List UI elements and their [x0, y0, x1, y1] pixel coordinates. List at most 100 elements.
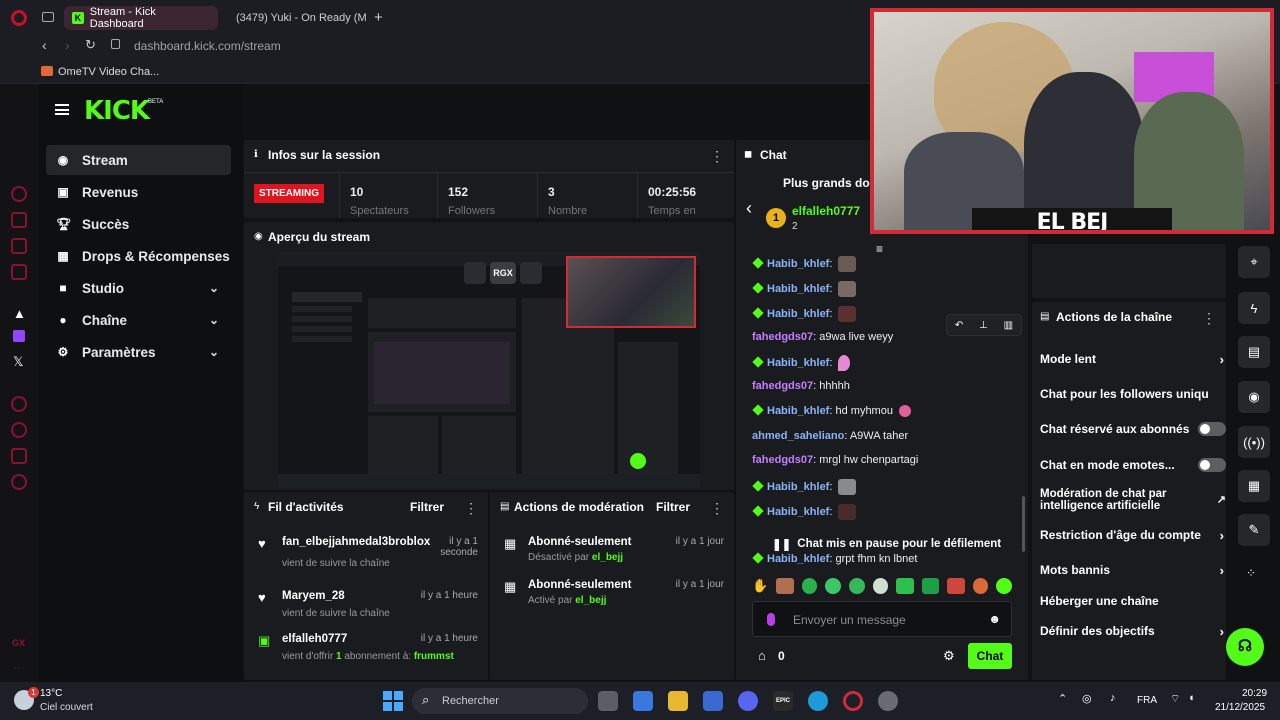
url-text[interactable]: dashboard.kick.com/stream — [134, 39, 281, 53]
chat-username[interactable]: Habib_khlef — [767, 405, 829, 417]
settings-rail-icon[interactable] — [11, 474, 27, 490]
volume-icon[interactable]: ◖ — [1188, 692, 1195, 704]
camera-focus-icon[interactable]: ⌖ — [1238, 246, 1270, 278]
settings-app-icon[interactable] — [878, 691, 898, 711]
sidebar-item-stream[interactable]: ◉ Stream — [46, 145, 231, 175]
new-tab-plus-icon[interactable]: + — [374, 9, 383, 26]
reload-icon[interactable]: ↻ — [85, 37, 96, 53]
weather-desc[interactable]: Ciel couvert — [40, 702, 93, 713]
chat-username[interactable]: Habib_khlef — [767, 308, 829, 320]
emote-icon[interactable] — [947, 578, 965, 594]
language-indicator[interactable]: FRA — [1137, 695, 1157, 706]
notes-icon[interactable]: ▤ — [1238, 336, 1270, 368]
kebab-menu-icon[interactable]: ⋮ — [710, 148, 724, 165]
layout-icon[interactable]: ▦ — [1238, 470, 1270, 502]
chat-scrollbar[interactable] — [1022, 496, 1025, 552]
wrench-icon[interactable]: ✎ — [1238, 514, 1270, 546]
sidebar-item-revenus[interactable]: ▣ Revenus — [46, 177, 231, 207]
sidebar-item-studio[interactable]: ■ Studio ⌄ — [46, 273, 231, 303]
emote-icon[interactable] — [776, 578, 794, 594]
tray-chevron-icon[interactable]: ⌃ — [1058, 692, 1067, 705]
back-arrow-icon[interactable]: ‹ — [42, 37, 47, 53]
edge-icon[interactable] — [808, 691, 828, 711]
twitch-icon[interactable] — [13, 330, 25, 342]
clock-date[interactable]: 21/12/2025 — [1215, 702, 1265, 713]
emote-icon[interactable] — [972, 578, 989, 594]
sidebar-item-succes[interactable]: 🏆︎ Succès — [46, 209, 231, 239]
chat-username[interactable]: Habib_khlef — [767, 258, 829, 270]
wallet-app-icon[interactable] — [11, 238, 27, 254]
emote-icon[interactable] — [825, 578, 841, 594]
action-banned-words[interactable]: Mots bannis › — [1040, 563, 1224, 578]
trash-icon[interactable]: ▥ — [1004, 320, 1013, 331]
subscribers-only-toggle[interactable] — [1198, 422, 1226, 436]
filter-button[interactable]: Filtrer — [656, 500, 690, 514]
emote-icon[interactable] — [896, 578, 914, 594]
action-ai-moderation[interactable]: Modération de chat par intelligence arti… — [1040, 488, 1226, 512]
chat-username[interactable]: Habib_khlef — [767, 481, 829, 493]
weather-temp[interactable]: 13°C — [40, 688, 62, 699]
chat-username[interactable]: fahedgds07 — [752, 331, 813, 343]
opera-gx-taskbar-icon[interactable] — [843, 691, 863, 711]
chat-send-button[interactable]: Chat — [968, 643, 1012, 669]
chat-username[interactable]: Habib_khlef — [767, 553, 829, 565]
emote-icon[interactable] — [921, 578, 940, 594]
pin-icon[interactable]: ⊥ — [979, 320, 988, 331]
undo-icon[interactable]: ↶ — [955, 320, 963, 331]
chevron-left-icon[interactable]: ‹ — [746, 198, 752, 219]
chat-username[interactable]: fahedgds07 — [752, 454, 813, 466]
wifi-icon[interactable]: ⌔ — [1170, 692, 1180, 706]
widgets-icon[interactable] — [633, 691, 653, 711]
action-host-channel[interactable]: Héberger une chaîne — [1040, 594, 1220, 608]
emote-icon[interactable] — [996, 578, 1012, 594]
more-dots-icon[interactable]: ··· — [13, 662, 24, 674]
emote-icon[interactable] — [872, 578, 889, 594]
kick-logo[interactable]: KICK — [84, 96, 150, 126]
kebab-menu-icon[interactable]: ⋮ — [464, 500, 478, 517]
windows-start-icon[interactable] — [383, 691, 403, 711]
chat-settings-gear-icon[interactable]: ⚙ — [943, 648, 955, 664]
kick-rail-icon[interactable]: ▲ — [13, 306, 26, 321]
forward-arrow-icon[interactable]: › — [65, 37, 70, 53]
bookmark-ometv[interactable]: OmeTV Video Cha... — [58, 66, 159, 78]
lightning-action-icon[interactable]: ϟ — [1238, 292, 1270, 324]
kebab-menu-icon[interactable]: ⋮ — [710, 500, 724, 517]
bag-icon[interactable] — [11, 212, 27, 228]
epic-games-icon[interactable]: EPIC — [773, 691, 793, 711]
action-emotes-only[interactable]: Chat en mode emotes... — [1040, 458, 1226, 472]
extensions-icon[interactable] — [11, 448, 27, 464]
top-donor-name[interactable]: elfalleh0777 — [792, 204, 860, 218]
chat-username[interactable]: fahedgds07 — [752, 380, 813, 392]
dots-icon[interactable]: ⁘ — [1246, 566, 1256, 580]
preview-popout-icon[interactable] — [464, 262, 486, 284]
store-app-icon[interactable] — [703, 691, 723, 711]
action-age-restriction[interactable]: Restriction d'âge du compte › — [1040, 528, 1224, 543]
moderator-user[interactable]: el_bejj — [575, 595, 606, 606]
chat-username[interactable]: Habib_khlef — [767, 506, 829, 518]
messenger-icon[interactable] — [11, 264, 27, 280]
taskbar-search[interactable]: ⌕ Rechercher — [412, 688, 588, 714]
filter-button[interactable]: Filtrer — [410, 500, 444, 514]
discord-icon[interactable] — [738, 691, 758, 711]
broadcast-action-icon[interactable]: ((•)) — [1238, 426, 1270, 458]
chat-action-icon[interactable]: ◉ — [1238, 381, 1270, 413]
chat-username[interactable]: ahmed_saheliano — [752, 430, 844, 442]
kebab-menu-icon[interactable]: ⋮ — [1202, 310, 1216, 327]
file-explorer-icon[interactable] — [668, 691, 688, 711]
action-slow-mode[interactable]: Mode lent › — [1040, 352, 1224, 367]
x-twitter-icon[interactable]: 𝕏 — [13, 354, 23, 370]
opera-logo-icon[interactable] — [11, 10, 27, 26]
sidebar-item-chaine[interactable]: ● Chaîne ⌄ — [46, 305, 231, 335]
tray-app-icon[interactable]: ◎ — [1082, 692, 1092, 705]
action-followers-only[interactable]: Chat pour les followers uniqu › — [1040, 387, 1220, 401]
tab-youtube[interactable]: (3479) Yuki - On Ready (M — [222, 6, 366, 30]
chat-username[interactable]: Habib_khlef — [767, 357, 829, 369]
stream-preview-video[interactable]: RGX — [278, 252, 700, 488]
gift-target[interactable]: frummst — [414, 651, 454, 662]
support-headset-icon[interactable]: ☊ — [1226, 628, 1264, 666]
emoji-picker-icon[interactable]: ☻ — [988, 612, 1001, 626]
history-icon[interactable] — [11, 422, 27, 438]
emote-icon[interactable] — [801, 578, 818, 594]
hamburger-menu-icon[interactable] — [55, 104, 69, 115]
tab-workspace-icon[interactable] — [42, 12, 54, 22]
